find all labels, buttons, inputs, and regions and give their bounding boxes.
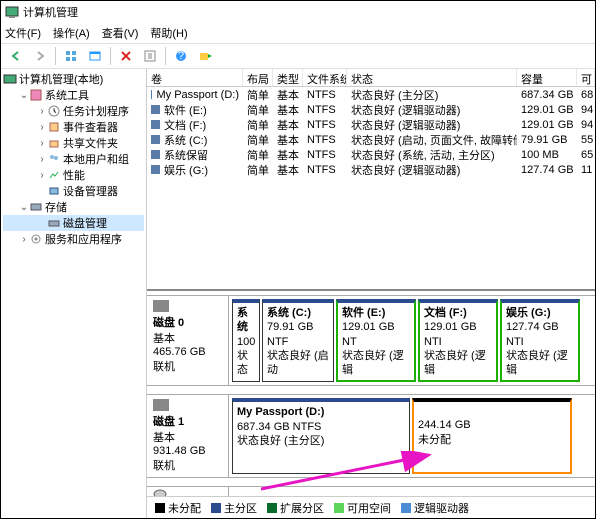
disk-0-info[interactable]: 磁盘 0 基本 465.76 GB 联机 — [147, 296, 229, 385]
col-layout[interactable]: 布局 — [243, 69, 273, 86]
disk0-part-g[interactable]: 娱乐 (G:)127.74 GB NTI状态良好 (逻辑 — [500, 299, 580, 382]
col-free[interactable]: 可 — [577, 69, 595, 86]
refresh-button[interactable] — [84, 45, 106, 67]
nav-tree: 计算机管理(本地) ⌄系统工具 ›任务计划程序 ›事件查看器 ›共享文件夹 ›本… — [1, 69, 147, 518]
disk-icon — [153, 300, 169, 312]
menu-file[interactable]: 文件(F) — [5, 25, 41, 41]
volume-row[interactable]: 软件 (E:)简单基本NTFS状态良好 (逻辑驱动器)129.01 GB94 — [147, 102, 595, 117]
disk-1-row: 磁盘 1 基本 931.48 GB 联机 My Passport (D:)687… — [147, 394, 595, 478]
disk-0-row: 磁盘 0 基本 465.76 GB 联机 系统100状态 系统 (C:)79.9… — [147, 295, 595, 386]
window-title: 计算机管理 — [23, 4, 78, 20]
view-button[interactable] — [60, 45, 82, 67]
volume-row[interactable]: 文档 (F:)简单基本NTFS状态良好 (逻辑驱动器)129.01 GB94 — [147, 117, 595, 132]
app-icon — [5, 5, 19, 19]
col-status[interactable]: 状态 — [347, 69, 517, 86]
volume-row[interactable]: My Passport (D:)简单基本NTFS状态良好 (主分区)687.34… — [147, 87, 595, 102]
cdrom-info[interactable]: CD-ROM 0 DVD (H:) — [147, 487, 229, 496]
properties-button[interactable] — [139, 45, 161, 67]
tree-devmgr[interactable]: 设备管理器 — [3, 183, 144, 199]
volume-row[interactable]: 系统保留简单基本NTFS状态良好 (系统, 活动, 主分区)100 MB65 — [147, 147, 595, 162]
volume-list: 卷 布局 类型 文件系统 状态 容量 可 My Passport (D:)简单基… — [147, 69, 595, 291]
tree-storage[interactable]: ⌄存储 — [3, 199, 144, 215]
legend: 未分配 主分区 扩展分区 可用空间 逻辑驱动器 — [147, 496, 595, 518]
disk1-part-unalloc[interactable]: 244.14 GB未分配 — [412, 398, 572, 474]
toolbar: ? — [1, 43, 595, 69]
col-type[interactable]: 类型 — [273, 69, 303, 86]
col-name[interactable]: 卷 — [147, 69, 243, 86]
disk-graphical-pane: 磁盘 0 基本 465.76 GB 联机 系统100状态 系统 (C:)79.9… — [147, 291, 595, 496]
svg-text:?: ? — [178, 50, 184, 62]
vol-header: 卷 布局 类型 文件系统 状态 容量 可 — [147, 69, 595, 87]
help-button[interactable]: ? — [170, 45, 192, 67]
forward-button[interactable] — [29, 45, 51, 67]
disk-1-info[interactable]: 磁盘 1 基本 931.48 GB 联机 — [147, 395, 229, 477]
volume-row[interactable]: 系统 (C:)简单基本NTFS状态良好 (启动, 页面文件, 故障转储, 主分区… — [147, 132, 595, 147]
disk0-part-c[interactable]: 系统 (C:)79.91 GB NTF状态良好 (启动 — [262, 299, 334, 382]
tree-shared[interactable]: ›共享文件夹 — [3, 135, 144, 151]
back-button[interactable] — [5, 45, 27, 67]
disk0-part-e[interactable]: 软件 (E:)129.01 GB NT状态良好 (逻辑 — [336, 299, 416, 382]
tree-diskmgmt[interactable]: 磁盘管理 — [3, 215, 144, 231]
col-fs[interactable]: 文件系统 — [303, 69, 347, 86]
cdrom-row: CD-ROM 0 DVD (H:) — [147, 486, 595, 496]
tree-localusers[interactable]: ›本地用户和组 — [3, 151, 144, 167]
volume-row[interactable]: 娱乐 (G:)简单基本NTFS状态良好 (逻辑驱动器)127.74 GB11 — [147, 162, 595, 177]
disk1-part-d[interactable]: My Passport (D:)687.34 GB NTFS状态良好 (主分区) — [232, 398, 410, 474]
tree-eventviewer[interactable]: ›事件查看器 — [3, 119, 144, 135]
tree-root[interactable]: 计算机管理(本地) — [3, 71, 144, 87]
col-cap[interactable]: 容量 — [517, 69, 577, 86]
tree-services[interactable]: ›服务和应用程序 — [3, 231, 144, 247]
tree-systools[interactable]: ⌄系统工具 — [3, 87, 144, 103]
disk0-part-f[interactable]: 文档 (F:)129.01 GB NTI状态良好 (逻辑 — [418, 299, 498, 382]
disk0-part-sysres[interactable]: 系统100状态 — [232, 299, 260, 382]
tree-tasksched[interactable]: ›任务计划程序 — [3, 103, 144, 119]
menu-action[interactable]: 操作(A) — [53, 25, 90, 41]
menubar: 文件(F) 操作(A) 查看(V) 帮助(H) — [1, 23, 595, 43]
disk-icon — [153, 399, 169, 411]
menu-help[interactable]: 帮助(H) — [150, 25, 187, 41]
tree-perf[interactable]: ›性能 — [3, 167, 144, 183]
titlebar: 计算机管理 — [1, 1, 595, 23]
action-button[interactable] — [194, 45, 216, 67]
delete-button[interactable] — [115, 45, 137, 67]
menu-view[interactable]: 查看(V) — [102, 25, 139, 41]
